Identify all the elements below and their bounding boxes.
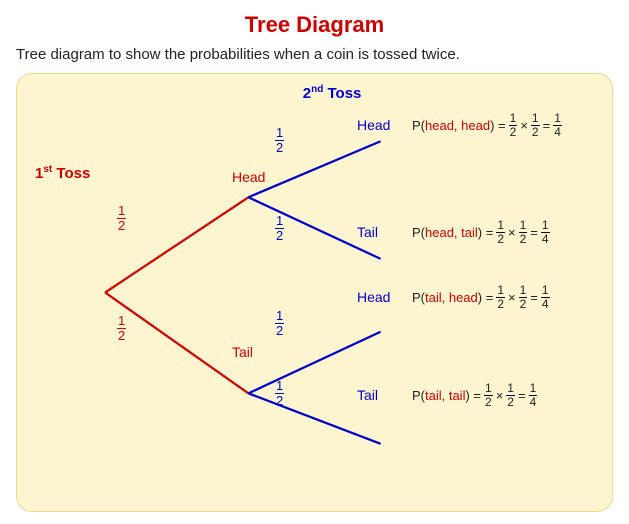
outcome-head-tail: Tail [357, 224, 378, 240]
prob-head-tail: P(head, tail) = 12 × 12 = 14 [412, 219, 551, 246]
first-toss-head-label: Head [232, 169, 265, 185]
first-toss-upper-fraction: 1 2 [117, 204, 126, 234]
prob-head-head: P(head, head) = 12 × 12 = 14 [412, 112, 563, 139]
first-toss-lower-fraction: 1 2 [117, 314, 126, 344]
prob-tail-head: P(tail, head) = 12 × 12 = 14 [412, 284, 551, 311]
second-toss-ul-fraction: 1 2 [275, 214, 284, 244]
subtitle: Tree diagram to show the probabilities w… [16, 46, 613, 63]
page: Tree Diagram Tree diagram to show the pr… [0, 0, 629, 524]
outcome-tail-head: Head [357, 289, 390, 305]
diagram-box: 2nd Toss 1st Toss 1 [16, 73, 613, 512]
page-title: Tree Diagram [16, 12, 613, 38]
prob-tail-tail: P(tail, tail) = 12 × 12 = 14 [412, 382, 538, 409]
second-toss-uu-fraction: 1 2 [275, 126, 284, 156]
first-toss-tail-label: Tail [232, 344, 253, 360]
second-toss-ll-fraction: 1 2 [275, 379, 284, 409]
second-toss-lu-fraction: 1 2 [275, 309, 284, 339]
outcome-tail-tail: Tail [357, 387, 378, 403]
outcome-head-head: Head [357, 117, 390, 133]
